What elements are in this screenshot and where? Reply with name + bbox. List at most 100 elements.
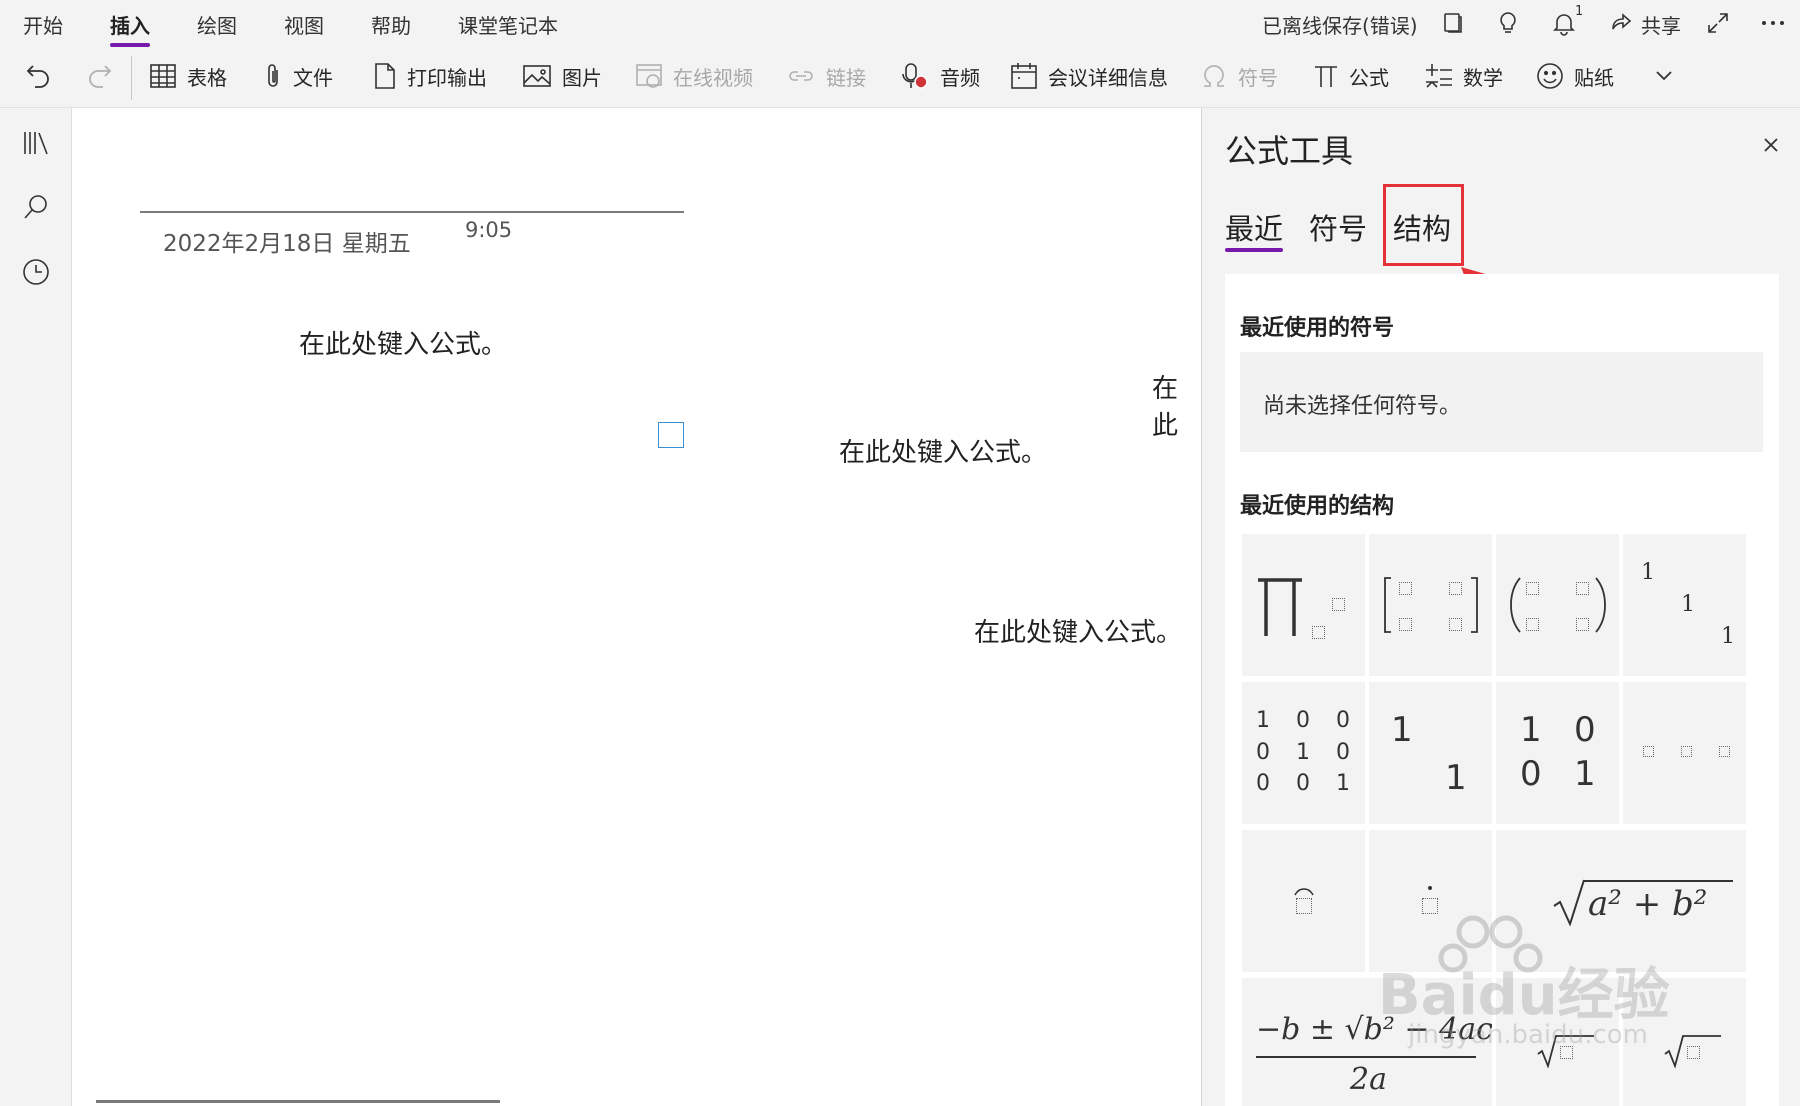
insert-audio-button[interactable]: 音频 [900,56,980,96]
diag-entry-3: 1 [1721,624,1735,649]
note-canvas[interactable]: 2022年2月18日 星期五 9:05 在此处键入公式。 在此 在此处键入公式。… [71,108,1202,1106]
pi-icon [1315,66,1337,87]
smiley-icon [1537,63,1563,89]
structure-diagonal-2x2[interactable]: 1 1 [1369,682,1492,824]
structure-identity-2x2[interactable]: 1 0 0 1 [1496,682,1619,824]
ribbon-separator [131,56,132,100]
insert-equation-label: 公式 [1349,65,1389,90]
diag-entry-1: 1 [1641,560,1655,585]
insert-table-label: 表格 [187,65,227,90]
paperclip-icon [268,64,278,87]
pane-title: 公式工具 [1225,132,1354,170]
equation-placeholder-1[interactable]: 在此处键入公式。 [299,324,507,361]
redo-button[interactable] [84,56,124,96]
math-button[interactable]: 数学 [1425,56,1503,96]
no-symbols-text: 尚未选择任何符号。 [1263,394,1462,419]
insert-picture-button[interactable]: 图片 [522,56,602,96]
bottom-rule [96,1100,500,1103]
tab-view[interactable]: 视图 [284,10,324,39]
structure-product-operator[interactable] [1242,534,1365,676]
calendar-icon [1011,63,1037,89]
equation-placeholder-3[interactable]: 在此处键入公式。 [974,612,1182,649]
insert-online-video-button[interactable]: 在线视频 [635,56,753,96]
tab-insert[interactable]: 插入 [110,10,150,47]
recent-symbols-empty: 尚未选择任何符号。 [1240,352,1763,452]
insert-equation-button[interactable]: 公式 [1313,56,1389,96]
id2-r2c1: 0 [1520,754,1542,794]
tab-class-notebook[interactable]: 课堂笔记本 [458,10,558,39]
diag2-entry-2: 1 [1445,758,1467,798]
id2-r1c1: 1 [1520,710,1542,750]
insert-printout-button[interactable]: 打印输出 [373,56,487,96]
notebooks-icon[interactable] [20,127,52,159]
id3-r1c3: 0 [1336,708,1350,733]
notebook-pages-icon[interactable] [1438,8,1468,38]
structure-accent-arc[interactable] [1242,830,1365,972]
page-title-underline [140,211,684,213]
undo-icon [26,65,49,88]
insert-file-label: 文件 [293,65,333,90]
tab-help[interactable]: 帮助 [371,10,411,39]
insert-online-video-label: 在线视频 [673,65,753,90]
insert-printout-label: 打印输出 [407,65,487,90]
lightbulb-icon[interactable] [1493,8,1523,38]
id3-r1c1: 1 [1256,708,1270,733]
pane-tab-recent[interactable]: 最近 [1225,206,1284,252]
undo-button[interactable] [24,56,64,96]
meeting-details-button[interactable]: 会议详细信息 [1010,56,1168,96]
structure-paren-matrix[interactable] [1496,534,1619,676]
watermark-url: jingyan.baidu.com [1408,1020,1648,1050]
share-button[interactable]: 共享 [1641,10,1681,39]
selected-container-box[interactable] [658,422,684,448]
note-date: 2022年2月18日 星期五 [163,231,411,257]
insert-table-button[interactable]: 表格 [149,56,227,96]
tab-home[interactable]: 开始 [23,10,63,39]
diag2-entry-1: 1 [1391,710,1413,750]
insert-link-button[interactable]: 链接 [786,56,866,96]
structure-bracket-matrix[interactable] [1369,534,1492,676]
picture-icon [523,65,551,87]
quadratic-denominator: 2a [1350,1062,1387,1097]
chevron-down-icon [1656,71,1672,81]
diag-entry-2: 1 [1681,592,1695,617]
search-icon[interactable] [20,191,52,223]
math-label: 数学 [1463,65,1503,90]
tab-draw[interactable]: 绘图 [197,10,237,39]
more-options-icon[interactable] [1758,8,1788,38]
link-icon [789,71,813,81]
equation-placeholder-2[interactable]: 在此处键入公式。 [839,432,1047,469]
id3-r3c3: 1 [1336,771,1350,796]
share-icon[interactable] [1606,8,1636,38]
id2-r2c2: 1 [1574,754,1596,794]
id2-r1c2: 0 [1574,710,1596,750]
insert-symbol-label: 符号 [1238,65,1278,90]
id3-r2c2: 1 [1296,740,1310,765]
structure-identity-3x3[interactable]: 1 0 0 0 1 0 0 0 1 [1242,682,1365,824]
recent-clock-icon[interactable] [20,256,52,288]
insert-file-button[interactable]: 文件 [263,56,333,96]
meeting-details-label: 会议详细信息 [1048,65,1168,90]
online-video-icon [636,64,662,88]
sync-status[interactable]: 已离线保存(错误) [1262,10,1418,39]
table-icon [150,64,176,88]
structures-tab-highlight [1383,184,1464,266]
insert-picture-label: 图片 [562,65,602,90]
id3-r3c1: 0 [1256,771,1270,796]
sticker-button[interactable]: 贴纸 [1536,56,1614,96]
ribbon-expand-button[interactable] [1654,56,1684,96]
close-pane-button[interactable] [1760,134,1782,156]
math-operators-icon [1426,64,1452,88]
insert-link-label: 链接 [826,65,866,90]
close-icon [1764,138,1778,152]
audio-record-icon [902,63,928,89]
id3-r3c2: 0 [1296,771,1310,796]
watermark-brand: Baidu经验 [1378,963,1670,1028]
note-time: 9:05 [465,218,513,242]
notification-count: 1 [1575,4,1584,19]
insert-symbol-button[interactable]: 符号 [1200,56,1278,96]
fullscreen-icon[interactable] [1703,8,1733,38]
structure-diagonal-ones[interactable]: 1 1 1 [1623,534,1746,676]
structure-empty-row[interactable] [1623,682,1746,824]
equation-placeholder-clipped[interactable]: 在此 [1152,368,1202,442]
pane-tab-symbols[interactable]: 符号 [1309,206,1367,248]
